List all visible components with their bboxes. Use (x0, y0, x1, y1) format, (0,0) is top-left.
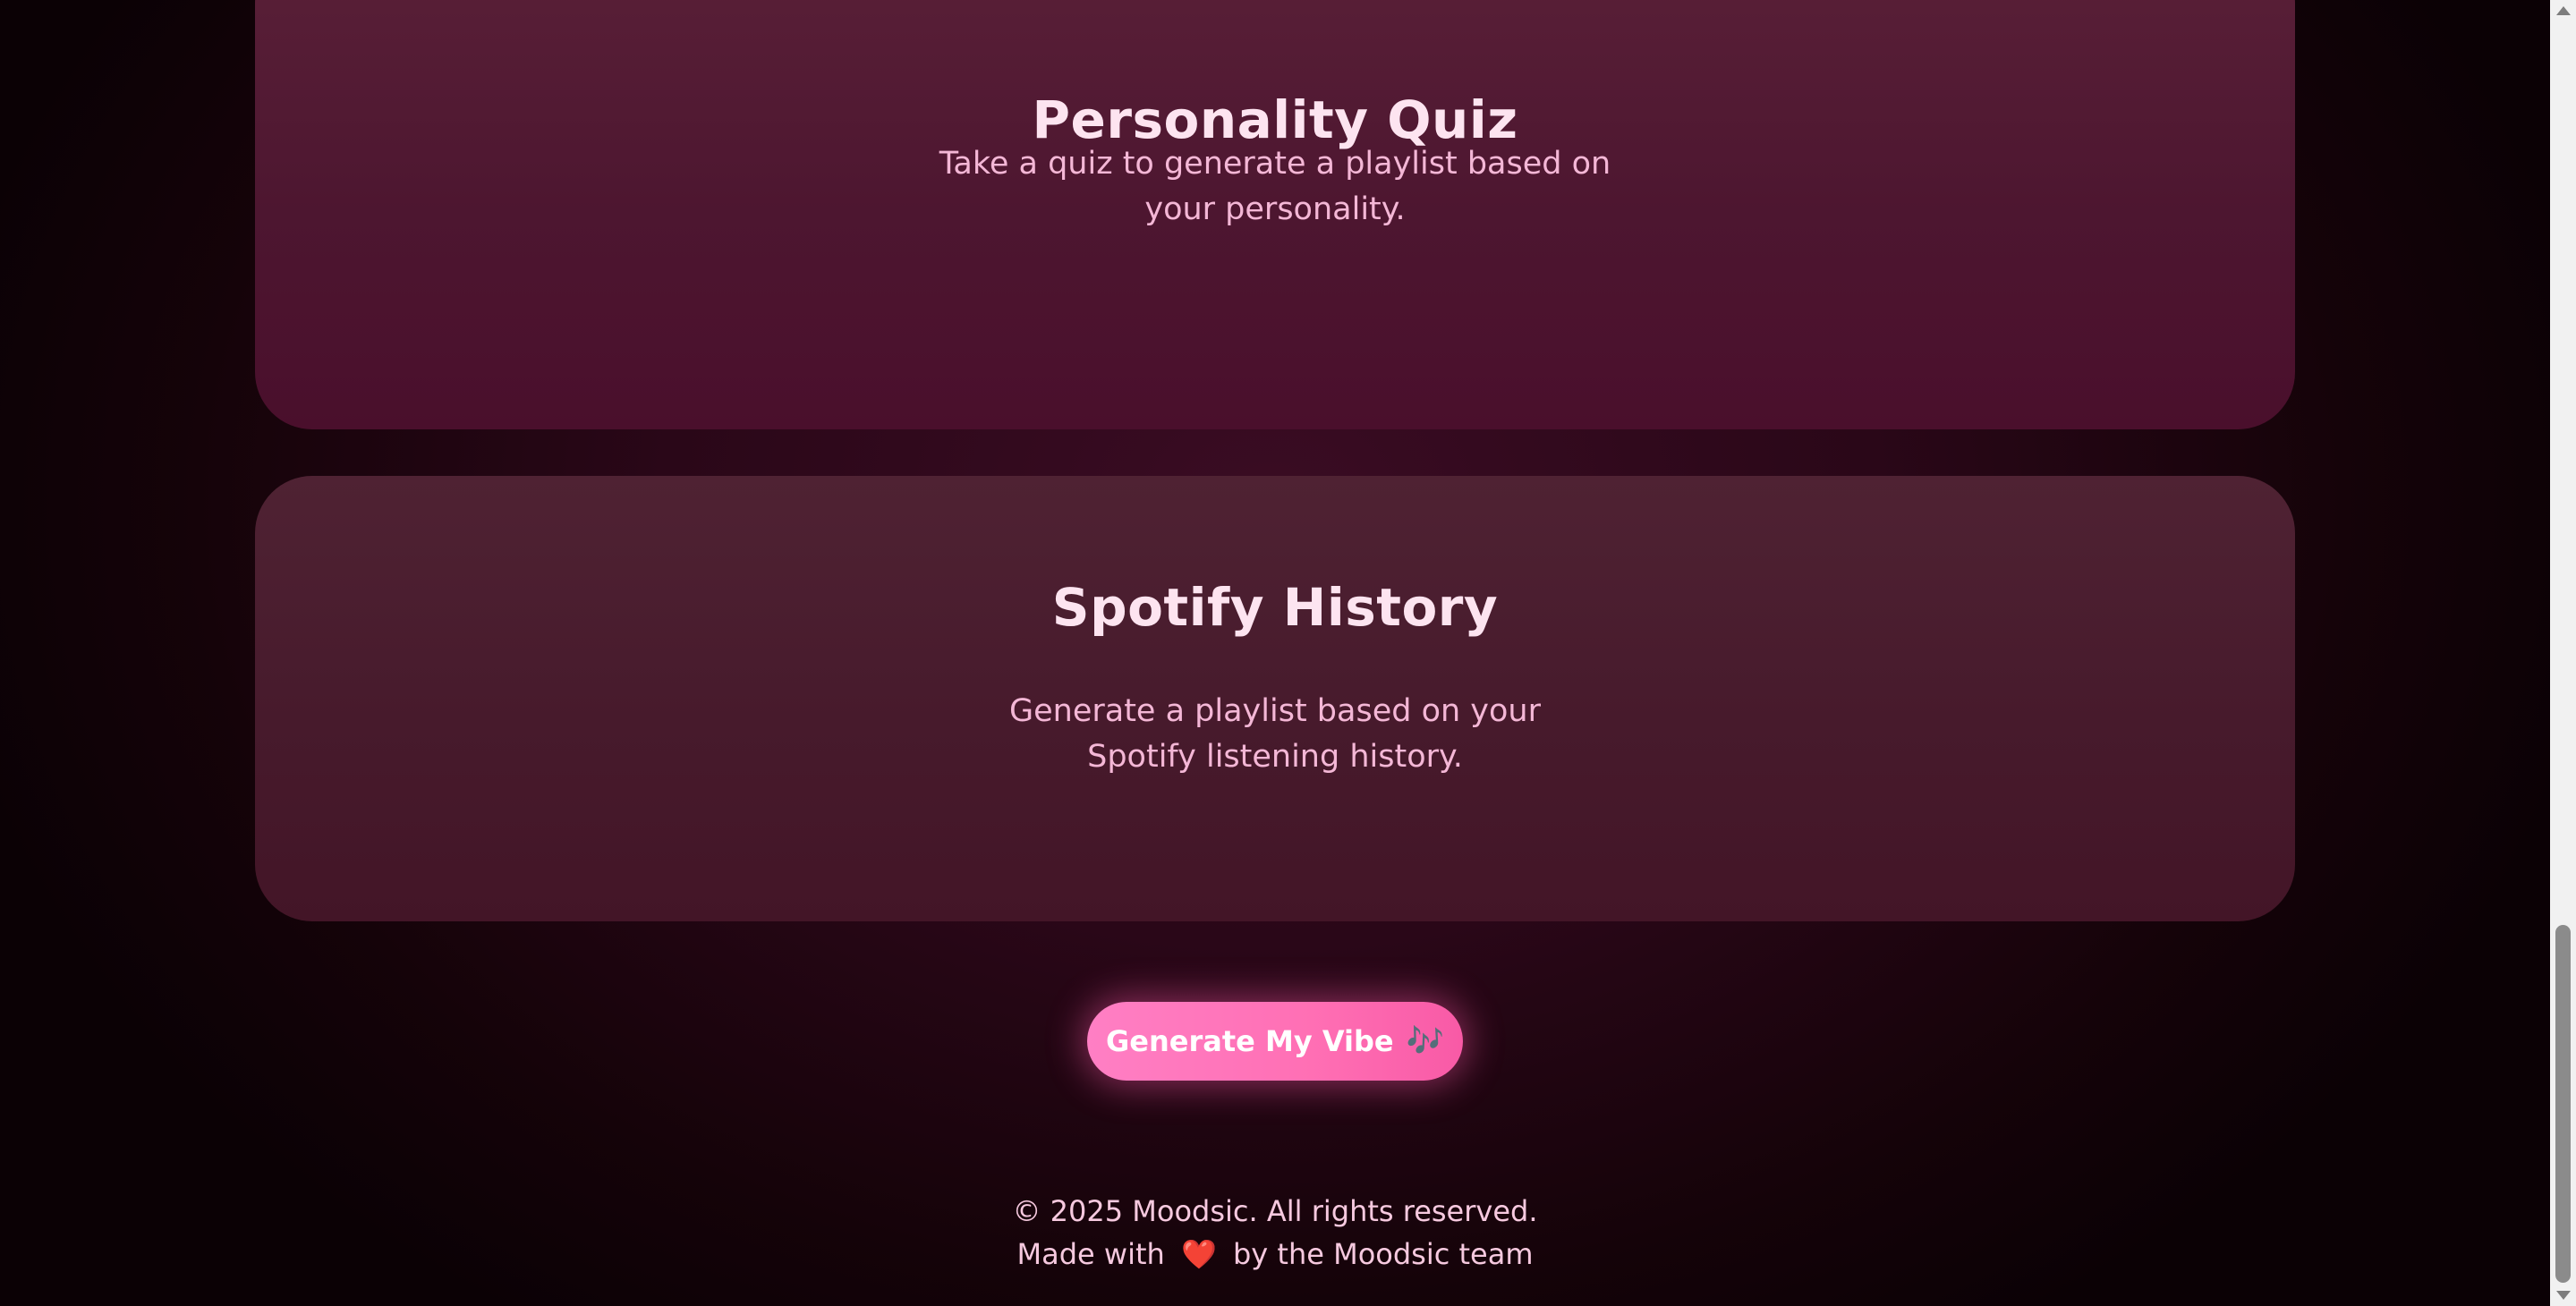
made-with-suffix: by the Moodsic team (1232, 1237, 1534, 1271)
page-viewport: Personality Quiz Take a quiz to generate… (0, 0, 2550, 1306)
made-with-prefix: Made with (1016, 1237, 1165, 1271)
spotify-history-card[interactable]: Spotify History Generate a playlist base… (255, 476, 2295, 921)
site-footer: © 2025 Moodsic. All rights reserved. Mad… (0, 1190, 2550, 1276)
personality-quiz-description: Take a quiz to generate a playlist based… (939, 146, 1611, 227)
personality-quiz-card[interactable]: Personality Quiz Take a quiz to generate… (255, 0, 2295, 429)
scroll-down-arrow-icon[interactable] (2550, 1285, 2576, 1306)
vertical-scrollbar[interactable] (2550, 0, 2576, 1306)
spotify-history-description: Generate a playlist based on your Spotif… (1009, 693, 1541, 775)
generate-my-vibe-label: Generate My Vibe (1106, 1024, 1394, 1058)
heart-icon: ❤️ (1180, 1237, 1217, 1271)
scrollbar-thumb[interactable] (2555, 925, 2571, 1283)
footer-made-with: Made with ❤️ by the Moodsic team (0, 1233, 2550, 1276)
spotify-history-title: Spotify History (1051, 577, 1499, 638)
music-notes-icon: 🎶 (1406, 1023, 1444, 1059)
scroll-up-arrow-icon[interactable] (2550, 0, 2576, 21)
footer-copyright: © 2025 Moodsic. All rights reserved. (1012, 1194, 1538, 1228)
generate-my-vibe-button[interactable]: Generate My Vibe 🎶 (1087, 1002, 1463, 1081)
